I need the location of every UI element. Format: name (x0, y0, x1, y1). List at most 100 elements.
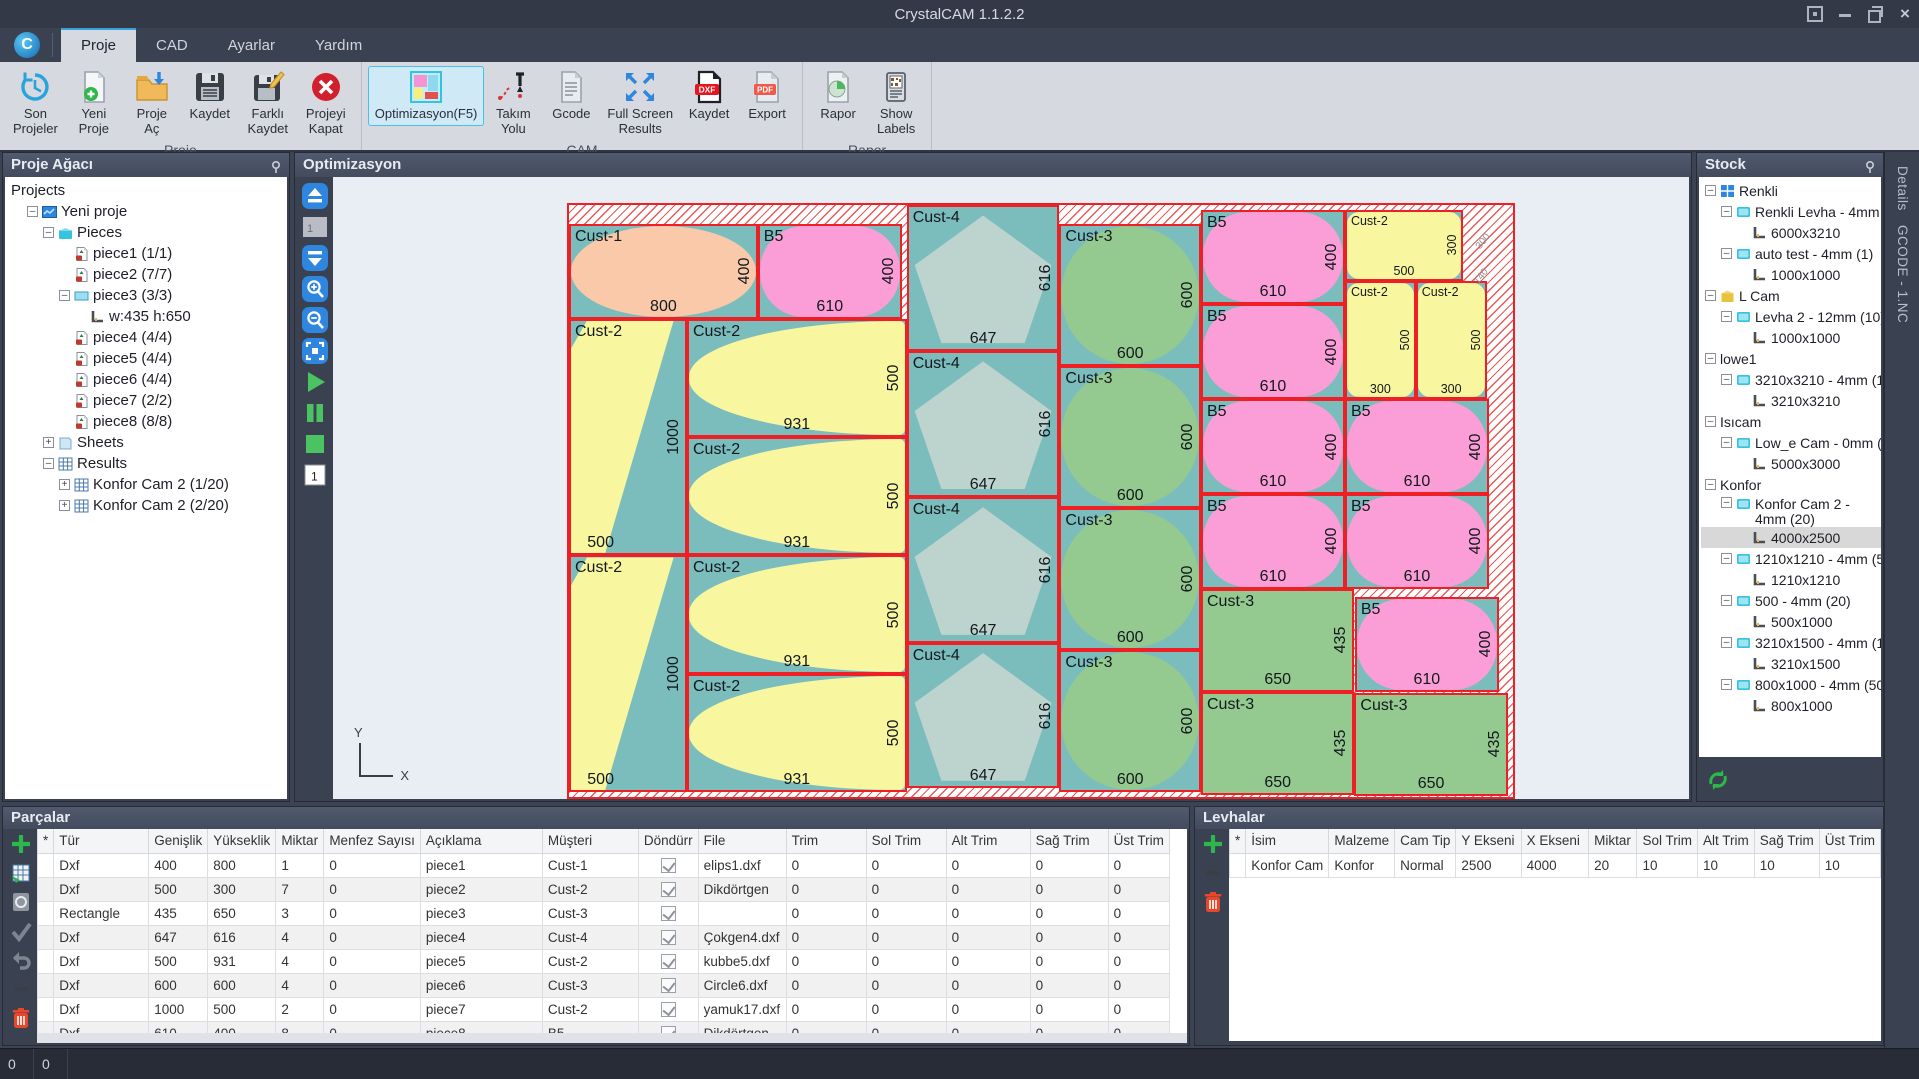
collapse-icon[interactable]: – (1705, 416, 1716, 427)
parts-rotate-checkbox[interactable] (638, 901, 698, 925)
stock-tree-item[interactable]: 3210x3210 (1701, 390, 1881, 411)
parts-table-row[interactable]: Dxf64761640piece4Cust-4Çokgen4.dxf00000 (38, 925, 1170, 949)
collapse-icon[interactable]: – (1721, 595, 1732, 606)
full-screen-results-button[interactable]: Full Screen Results (600, 66, 680, 141)
sheet-number-box[interactable]: 1 (302, 214, 328, 240)
tak-m-yolu-button[interactable]: Takım Yolu (484, 66, 542, 141)
parts-cell[interactable]: Cust-3 (542, 901, 638, 925)
stock-tree-item[interactable]: 1000x1000 (1701, 264, 1881, 285)
project-tree-item[interactable]: –Pieces (7, 222, 287, 243)
parts-col-header[interactable]: File (698, 829, 786, 853)
sheets-table-row[interactable]: Konfor CamKonforNormal250040002010101010 (1230, 853, 1881, 877)
restore-button[interactable] (1867, 6, 1883, 22)
sheets-cell[interactable]: Konfor (1329, 853, 1395, 877)
parts-cell[interactable]: Cust-1 (542, 853, 638, 877)
parts-cell[interactable]: Rectangle (54, 901, 149, 925)
parts-rotate-checkbox[interactable] (638, 1021, 698, 1033)
parts-cell[interactable]: 800 (208, 853, 276, 877)
parts-cell[interactable]: 8 (276, 1021, 324, 1033)
parts-table-row[interactable]: Dxf60060040piece6Cust-3Circle6.dxf00000 (38, 973, 1170, 997)
expand-icon[interactable]: + (59, 479, 70, 490)
collapse-icon[interactable]: – (1721, 637, 1732, 648)
parts-cell[interactable]: Dxf (54, 877, 149, 901)
parts-rotate-checkbox[interactable] (638, 949, 698, 973)
parts-cell[interactable]: 0 (786, 853, 866, 877)
project-tree-item[interactable]: piece7 (2/2) (7, 390, 287, 411)
parts-col-header[interactable]: Menfez Sayısı (324, 829, 421, 853)
parts-col-header[interactable]: Genişlik (149, 829, 208, 853)
parts-cell[interactable]: Dxf (54, 949, 149, 973)
collapse-icon[interactable]: – (1721, 374, 1732, 385)
sheets-cell[interactable]: 2500 (1456, 853, 1521, 877)
parts-cell[interactable]: 435 (149, 901, 208, 925)
parts-cell[interactable]: 0 (1108, 973, 1169, 997)
parts-cell[interactable]: 3 (276, 901, 324, 925)
parts-cell[interactable]: B5 (542, 1021, 638, 1033)
parts-cell[interactable]: piece4 (420, 925, 542, 949)
checkbox-checked-icon[interactable] (661, 1026, 676, 1034)
project-tree-item[interactable]: w:435 h:650 (7, 306, 287, 327)
sheets-cell[interactable]: 10 (1754, 853, 1819, 877)
project-tree-item[interactable]: piece2 (7/7) (7, 264, 287, 285)
menu-tab-cad[interactable]: CAD (136, 30, 208, 62)
stock-tree-item[interactable]: –Renkli Levha - 4mm (5) (1701, 201, 1881, 222)
parts-cell[interactable]: Dxf (54, 1021, 149, 1033)
piece-cell-cust-2[interactable]: Cust-2931500 (687, 674, 907, 792)
side-tab-gcode-1-nc[interactable]: GCODE - 1.NC (1895, 225, 1910, 323)
parts-col-header[interactable]: Sağ Trim (1030, 829, 1108, 853)
piece-cell-cust-2[interactable]: Cust-25001000 (569, 319, 687, 556)
parts-cell[interactable]: 0 (1030, 973, 1108, 997)
stock-tree-item[interactable]: 6000x3210 (1701, 222, 1881, 243)
project-tree-item[interactable]: –Results (7, 453, 287, 474)
stock-tree-item[interactable]: 1210x1210 (1701, 569, 1881, 590)
parts-minus-button[interactable] (10, 978, 32, 1000)
stock-tree-item[interactable]: –Low_e Cam - 0mm (1) (1701, 432, 1881, 453)
collapse-icon[interactable]: – (1721, 311, 1732, 322)
collapse-icon[interactable]: – (43, 458, 54, 469)
sheets-col-header[interactable]: İsim (1246, 829, 1329, 853)
parts-cell[interactable]: 0 (1108, 901, 1169, 925)
piece-cell-cust-2[interactable]: Cust-2931500 (687, 437, 907, 555)
parts-col-header[interactable]: Alt Trim (946, 829, 1030, 853)
expand-icon[interactable]: + (43, 437, 54, 448)
piece-cell-b5[interactable]: B5610400 (758, 224, 902, 319)
refresh-stock-icon[interactable] (1705, 767, 1731, 793)
project-tree-item[interactable]: Projects (7, 180, 287, 201)
parts-cell[interactable]: piece6 (420, 973, 542, 997)
count-box[interactable]: 1 (302, 462, 328, 488)
checkbox-checked-icon[interactable] (661, 978, 676, 993)
parts-cell[interactable]: 0 (786, 925, 866, 949)
sheets-cell[interactable]: 10 (1697, 853, 1754, 877)
menu-tab-ayarlar[interactable]: Ayarlar (208, 30, 295, 62)
parts-cell[interactable]: Cust-2 (542, 877, 638, 901)
project-tree-item[interactable]: –Yeni proje (7, 201, 287, 222)
project-tree-item[interactable]: piece8 (8/8) (7, 411, 287, 432)
sheets-col-header[interactable]: Cam Tip (1395, 829, 1456, 853)
piece-cell-cust-3[interactable]: Cust-3600600 (1059, 224, 1201, 366)
sheets-cell[interactable]: Normal (1395, 853, 1456, 877)
parts-cell[interactable]: 931 (208, 949, 276, 973)
gcode-button[interactable]: Gcode (542, 66, 600, 126)
stock-tree-item[interactable]: –800x1000 - 4mm (50) (1701, 674, 1881, 695)
sheets-col-header[interactable]: Alt Trim (1697, 829, 1754, 853)
parts-table-row[interactable]: Dxf50093140piece5Cust-2kubbe5.dxf00000 (38, 949, 1170, 973)
parts-cell[interactable]: 600 (208, 973, 276, 997)
piece-cell-cust-3[interactable]: Cust-3600600 (1059, 508, 1201, 650)
parts-cell[interactable]: piece8 (420, 1021, 542, 1033)
parts-cell[interactable]: Çokgen4.dxf (698, 925, 786, 949)
parts-cell[interactable]: 0 (1030, 925, 1108, 949)
collapse-icon[interactable]: – (1721, 497, 1732, 508)
parts-cell[interactable]: 0 (324, 1021, 421, 1033)
stock-tree-item[interactable]: 5000x3000 (1701, 453, 1881, 474)
piece-cell-cust-2[interactable]: Cust-2300500 (1416, 281, 1487, 399)
parts-cell[interactable]: 0 (946, 853, 1030, 877)
piece-cell-cust-4[interactable]: Cust-4647616 (907, 497, 1060, 643)
piece-cell-cust-3[interactable]: Cust-3650435 (1354, 693, 1507, 796)
parts-cell[interactable]: 0 (324, 853, 421, 877)
collapse-icon[interactable]: – (1721, 437, 1732, 448)
sheets-col-header[interactable]: Y Ekseni (1456, 829, 1521, 853)
collapse-icon[interactable]: – (1721, 679, 1732, 690)
piece-cell-cust-4[interactable]: Cust-4647616 (907, 643, 1060, 789)
parts-cell[interactable]: 500 (208, 997, 276, 1021)
parts-cell[interactable]: 0 (946, 949, 1030, 973)
